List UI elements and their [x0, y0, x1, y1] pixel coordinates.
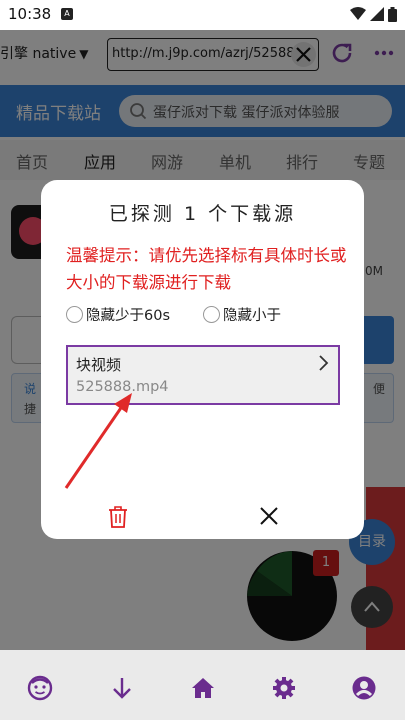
- wifi-icon: [350, 7, 366, 20]
- source-filename: 525888.mp4: [76, 379, 169, 395]
- download-source-dialog: 已探测 1 个下载源 温馨提示：请优先选择标有具体时长或大小的下载源进行下载 隐…: [41, 180, 364, 539]
- profile-button[interactable]: [351, 675, 377, 701]
- close-icon: [260, 507, 278, 525]
- hide-under-60s-checkbox[interactable]: 隐藏少于60s: [66, 304, 170, 325]
- checkbox-circle-icon: [66, 306, 83, 323]
- settings-button[interactable]: [271, 675, 297, 701]
- smiley-icon: [27, 675, 53, 701]
- download-icon: [113, 678, 131, 699]
- checkbox-label: 隐藏少于60s: [86, 308, 171, 324]
- checkbox-circle-icon: [203, 306, 220, 323]
- smiley-button[interactable]: [27, 675, 53, 701]
- profile-icon: [352, 676, 376, 700]
- download-source-item[interactable]: 块视频 525888.mp4: [66, 345, 340, 405]
- status-time: 10:38: [8, 5, 52, 23]
- checkbox-label: 隐藏小于: [223, 308, 281, 324]
- hide-smaller-checkbox[interactable]: 隐藏小于: [203, 304, 281, 325]
- chevron-right-icon: [319, 355, 329, 371]
- close-dialog-button[interactable]: [258, 505, 280, 527]
- signal-icon: [370, 7, 384, 21]
- delete-button[interactable]: [107, 505, 129, 529]
- downloads-button[interactable]: [109, 675, 135, 701]
- home-icon: [192, 678, 214, 698]
- source-name: 块视频: [76, 356, 122, 374]
- system-icons: [350, 6, 397, 22]
- bottom-navigation: [0, 650, 405, 720]
- trash-icon: [109, 506, 127, 528]
- dialog-tip: 温馨提示：请优先选择标有具体时长或大小的下载源进行下载: [66, 246, 347, 292]
- home-button[interactable]: [190, 675, 216, 701]
- notification-icon: A: [61, 8, 73, 20]
- battery-icon: [388, 6, 397, 22]
- dialog-title: 已探测 1 个下载源: [108, 203, 297, 225]
- settings-icon: [273, 677, 295, 699]
- status-bar: 10:38 A: [0, 0, 405, 30]
